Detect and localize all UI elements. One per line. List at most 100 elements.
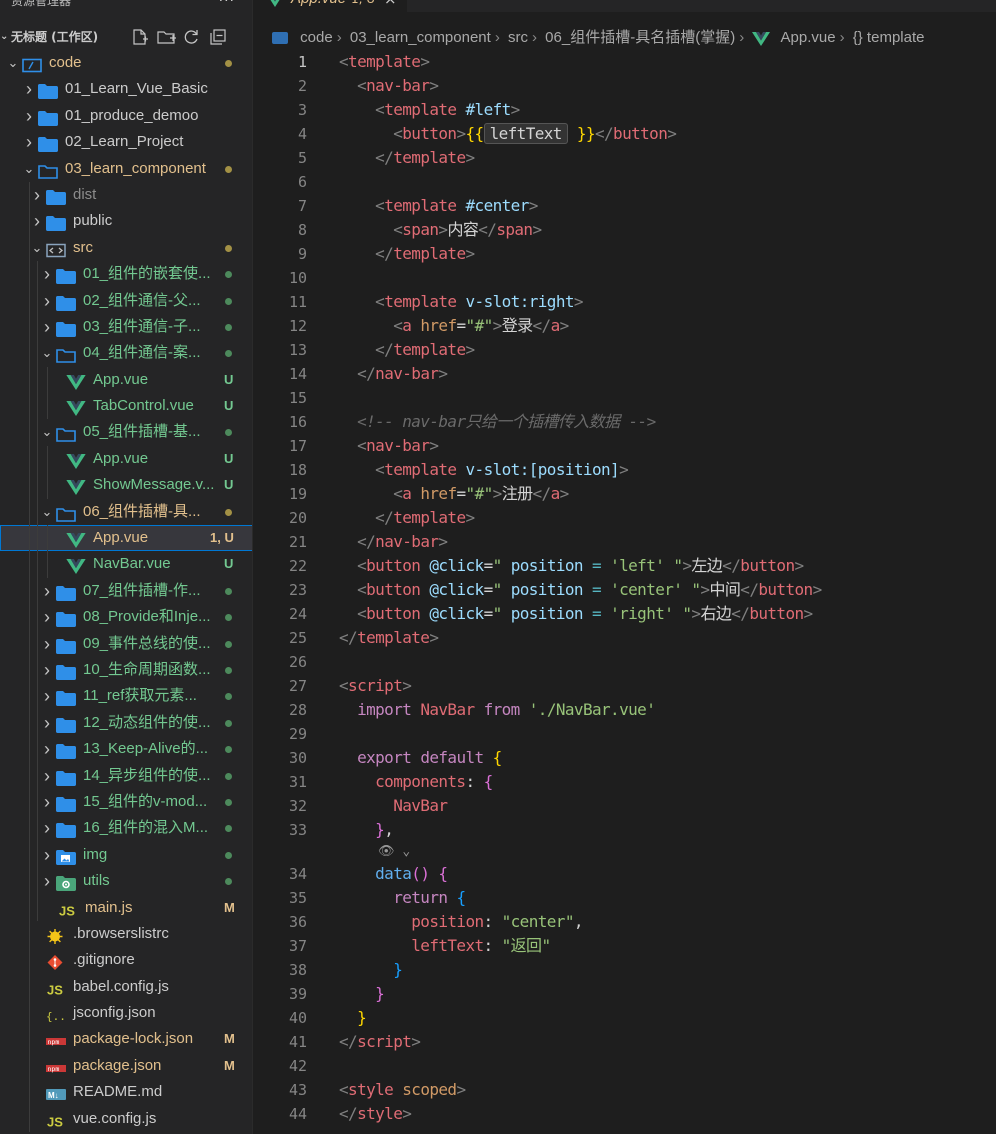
chevron-right-icon[interactable]: ›: [40, 710, 54, 736]
code-line[interactable]: 22 <button @click=" position = 'left' ">…: [254, 554, 996, 578]
code-line[interactable]: 34 data() {: [254, 862, 996, 886]
chevron-right-icon[interactable]: ›: [40, 789, 54, 815]
breadcrumb-item[interactable]: src: [508, 27, 528, 49]
code-line[interactable]: 36 position: "center",: [254, 910, 996, 934]
codelens-icon[interactable]: 👁︎ ⌄: [378, 842, 410, 862]
chevron-down-icon[interactable]: ⌄: [40, 499, 54, 525]
chevron-down-icon[interactable]: ⌄: [6, 50, 20, 76]
tree-file-item[interactable]: JS vue.config.js: [0, 1105, 252, 1133]
tree-folder-item[interactable]: › 01_组件的嵌套使...: [0, 261, 252, 288]
close-icon[interactable]: ×: [384, 0, 397, 10]
code-line[interactable]: 19 <a href="#">注册</a>: [254, 482, 996, 506]
code-line[interactable]: 5 </template>: [254, 146, 996, 170]
code-line[interactable]: 6: [254, 170, 996, 194]
code-line[interactable]: 25 </template>: [254, 626, 996, 650]
chevron-right-icon[interactable]: ›: [22, 76, 36, 102]
breadcrumb-item[interactable]: 03_learn_component: [350, 27, 491, 49]
breadcrumb-item[interactable]: App.vue: [781, 27, 836, 49]
tree-folder-item[interactable]: › 12_动态组件的使...: [0, 709, 252, 737]
tree-folder-item[interactable]: › 02_Learn_Project: [0, 129, 252, 155]
chevron-right-icon[interactable]: ›: [40, 288, 54, 314]
code-line[interactable]: 37 leftText: "返回": [254, 934, 996, 958]
code-line[interactable]: 14 </nav-bar>: [254, 362, 996, 386]
tree-file-item[interactable]: npm package-lock.json M: [0, 1026, 252, 1053]
chevron-down-icon[interactable]: ⌄: [40, 419, 54, 445]
code-line[interactable]: 32 NavBar: [254, 794, 996, 818]
tree-file-item[interactable]: App.vue U: [0, 445, 252, 473]
workspace-header[interactable]: ⌄ 无标题 (工作区): [0, 26, 252, 48]
code-line[interactable]: 21 </nav-bar>: [254, 530, 996, 554]
chevron-right-icon[interactable]: ›: [30, 208, 44, 234]
code-line[interactable]: 12 <a href="#">登录</a>: [254, 314, 996, 338]
refresh-icon[interactable]: [183, 29, 201, 45]
tree-folder-item[interactable]: › 09_事件总线的使...: [0, 630, 252, 657]
code-line[interactable]: 23 <button @click=" position = 'center' …: [254, 578, 996, 602]
code-line[interactable]: 33 },: [254, 818, 996, 842]
new-file-icon[interactable]: [131, 29, 149, 45]
chevron-right-icon[interactable]: ›: [22, 129, 36, 155]
tree-folder-item[interactable]: › public: [0, 208, 252, 235]
tree-folder-item[interactable]: › 10_生命周期函数...: [0, 656, 252, 684]
chevron-right-icon[interactable]: ›: [40, 868, 54, 894]
tree-folder-item[interactable]: › utils: [0, 868, 252, 895]
tree-folder-item[interactable]: › 02_组件通信-父...: [0, 287, 252, 314]
tree-file-item[interactable]: JS babel.config.js: [0, 973, 252, 1001]
tree-file-item[interactable]: npm package.json M: [0, 1052, 252, 1080]
tree-folder-item[interactable]: ⌄ 06_组件插槽-具...: [0, 498, 252, 526]
code-line[interactable]: 17 <nav-bar>: [254, 434, 996, 458]
chevron-right-icon[interactable]: ›: [40, 842, 54, 868]
code-line[interactable]: 35 return {: [254, 886, 996, 910]
code-line[interactable]: 41 </script>: [254, 1030, 996, 1054]
tree-folder-item[interactable]: ⌄ src: [0, 234, 252, 262]
tree-file-item[interactable]: TabControl.vue U: [0, 393, 252, 420]
breadcrumb-item[interactable]: {} template: [853, 27, 925, 49]
code-line[interactable]: 31 components: {: [254, 770, 996, 794]
tree-file-item[interactable]: .gitignore: [0, 947, 252, 974]
code-line[interactable]: 29: [254, 722, 996, 746]
chevron-right-icon[interactable]: ›: [40, 736, 54, 762]
chevron-right-icon[interactable]: ›: [40, 631, 54, 657]
code-line[interactable]: 1 <template>: [254, 50, 996, 74]
tree-folder-item[interactable]: › 01_produce_demoo: [0, 103, 252, 129]
code-line[interactable]: 2 <nav-bar>: [254, 74, 996, 98]
chevron-right-icon[interactable]: ›: [40, 815, 54, 841]
code-line[interactable]: 24 <button @click=" position = 'right' "…: [254, 602, 996, 626]
tree-folder-item[interactable]: › 15_组件的v-mod...: [0, 788, 252, 816]
code-line[interactable]: 28 import NavBar from './NavBar.vue': [254, 698, 996, 722]
tree-folder-item[interactable]: › 14_异步组件的使...: [0, 762, 252, 789]
code-line[interactable]: 20 </template>: [254, 506, 996, 530]
chevron-right-icon[interactable]: ›: [40, 578, 54, 604]
chevron-right-icon[interactable]: ›: [40, 657, 54, 683]
code-line[interactable]: 7 <template #center>: [254, 194, 996, 218]
tree-file-item[interactable]: .browserslistrc: [0, 920, 252, 948]
code-view[interactable]: 1 <template> 2 <nav-bar> 3 <template #left>…: [254, 50, 996, 1126]
more-actions-icon[interactable]: ···: [219, 0, 235, 10]
tree-file-item[interactable]: ShowMessage.v... U: [0, 472, 252, 499]
tree-folder-item[interactable]: › 01_Learn_Vue_Basic: [0, 76, 252, 102]
code-line[interactable]: 16 <!-- nav-bar只给一个插槽传入数据 -->: [254, 410, 996, 434]
chevron-right-icon[interactable]: ›: [40, 604, 54, 630]
tree-file-item[interactable]: {..} jsconfig.json: [0, 1000, 252, 1027]
code-line[interactable]: 43 <style scoped>: [254, 1078, 996, 1102]
tree-file-item[interactable]: M↓ README.md: [0, 1079, 252, 1106]
tree-folder-item[interactable]: › 03_组件通信-子...: [0, 313, 252, 341]
chevron-right-icon[interactable]: ›: [40, 683, 54, 709]
code-line[interactable]: 42: [254, 1054, 996, 1078]
tree-file-item[interactable]: App.vue U: [0, 366, 252, 394]
tree-folder-item[interactable]: ⌄ code: [0, 50, 252, 76]
code-line[interactable]: 38 }: [254, 958, 996, 982]
breadcrumb-item[interactable]: 06_组件插槽-具名插槽(掌握): [545, 27, 735, 49]
chevron-right-icon[interactable]: ›: [40, 763, 54, 789]
chevron-down-icon[interactable]: ⌄: [40, 340, 54, 366]
chevron-right-icon[interactable]: ›: [40, 314, 54, 340]
tree-folder-item[interactable]: › dist: [0, 181, 252, 209]
codelens-row[interactable]: 👁︎ ⌄: [254, 842, 996, 862]
breadcrumb-item[interactable]: code: [300, 27, 333, 49]
code-line[interactable]: 27 <script>: [254, 674, 996, 698]
code-line[interactable]: 44 </style>: [254, 1102, 996, 1126]
code-line[interactable]: 18 <template v-slot:[position]>: [254, 458, 996, 482]
code-line[interactable]: 11 <template v-slot:right>: [254, 290, 996, 314]
tree-folder-item[interactable]: ⌄ 03_learn_component: [0, 156, 252, 182]
tree-file-item[interactable]: App.vue 1, U: [0, 525, 252, 552]
tree-folder-item[interactable]: › 16_组件的混入M...: [0, 815, 252, 842]
